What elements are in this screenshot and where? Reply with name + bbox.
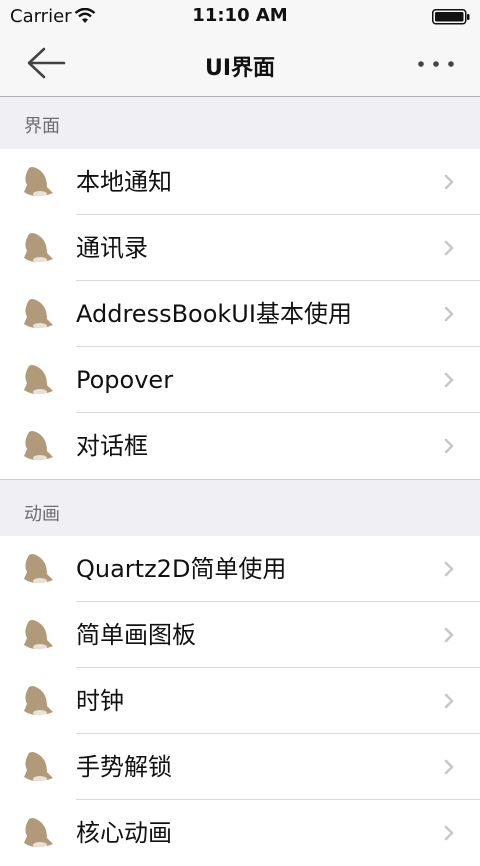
list-item-core-animation[interactable]: 核心动画 bbox=[0, 800, 480, 866]
chevron-right-icon bbox=[444, 759, 454, 775]
list-item-popover[interactable]: Popover bbox=[0, 347, 480, 413]
chevron-right-icon bbox=[444, 306, 454, 322]
table-view: 界面 本地通知 通讯录 AddressBookUI基本使用 Popover 对话… bbox=[0, 97, 480, 866]
section-header-animation: 动画 bbox=[0, 479, 480, 536]
bell-icon bbox=[24, 686, 53, 716]
bell-icon bbox=[24, 431, 53, 461]
list-item-label: 本地通知 bbox=[76, 168, 172, 196]
battery-icon bbox=[432, 9, 470, 25]
list-item-label: 简单画图板 bbox=[76, 621, 196, 649]
bell-icon bbox=[24, 365, 53, 395]
list-item-gesture-unlock[interactable]: 手势解锁 bbox=[0, 734, 480, 800]
chevron-right-icon bbox=[444, 561, 454, 577]
chevron-right-icon bbox=[444, 174, 454, 190]
more-icon[interactable] bbox=[416, 52, 456, 76]
list-item-clock[interactable]: 时钟 bbox=[0, 668, 480, 734]
bell-icon bbox=[24, 554, 53, 584]
navigation-bar: UI界面 bbox=[0, 32, 480, 97]
status-bar: Carrier 11:10 AM bbox=[0, 0, 480, 32]
list-item-label: 手势解锁 bbox=[76, 753, 172, 781]
status-time: 11:10 AM bbox=[192, 5, 288, 26]
chevron-right-icon bbox=[444, 372, 454, 388]
chevron-right-icon bbox=[444, 627, 454, 643]
section-list-animation: Quartz2D简单使用 简单画图板 时钟 手势解锁 核心动画 bbox=[0, 536, 480, 866]
chevron-right-icon bbox=[444, 693, 454, 709]
bell-icon bbox=[24, 818, 53, 848]
list-item-label: 时钟 bbox=[76, 687, 124, 715]
section-header-ui: 界面 bbox=[0, 97, 480, 149]
list-item-label: 对话框 bbox=[76, 432, 148, 460]
bell-icon bbox=[24, 233, 53, 263]
list-item-quartz2d[interactable]: Quartz2D简单使用 bbox=[0, 536, 480, 602]
list-item-drawing-board[interactable]: 简单画图板 bbox=[0, 602, 480, 668]
bell-icon bbox=[24, 752, 53, 782]
list-item-label: 核心动画 bbox=[76, 819, 172, 847]
list-item-label: Popover bbox=[76, 366, 174, 394]
list-item-contacts[interactable]: 通讯录 bbox=[0, 215, 480, 281]
list-item-label: 通讯录 bbox=[76, 234, 148, 262]
chevron-right-icon bbox=[444, 825, 454, 841]
chevron-right-icon bbox=[444, 438, 454, 454]
bell-icon bbox=[24, 167, 53, 197]
bell-icon bbox=[24, 299, 53, 329]
list-item-addressbookui[interactable]: AddressBookUI基本使用 bbox=[0, 281, 480, 347]
list-item-label: AddressBookUI基本使用 bbox=[76, 300, 352, 328]
list-item-local-notification[interactable]: 本地通知 bbox=[0, 149, 480, 215]
bell-icon bbox=[24, 620, 53, 650]
chevron-right-icon bbox=[444, 240, 454, 256]
section-list-ui: 本地通知 通讯录 AddressBookUI基本使用 Popover 对话框 bbox=[0, 149, 480, 479]
list-item-label: Quartz2D简单使用 bbox=[76, 555, 287, 583]
list-item-dialog[interactable]: 对话框 bbox=[0, 413, 480, 479]
page-title: UI界面 bbox=[204, 56, 276, 81]
